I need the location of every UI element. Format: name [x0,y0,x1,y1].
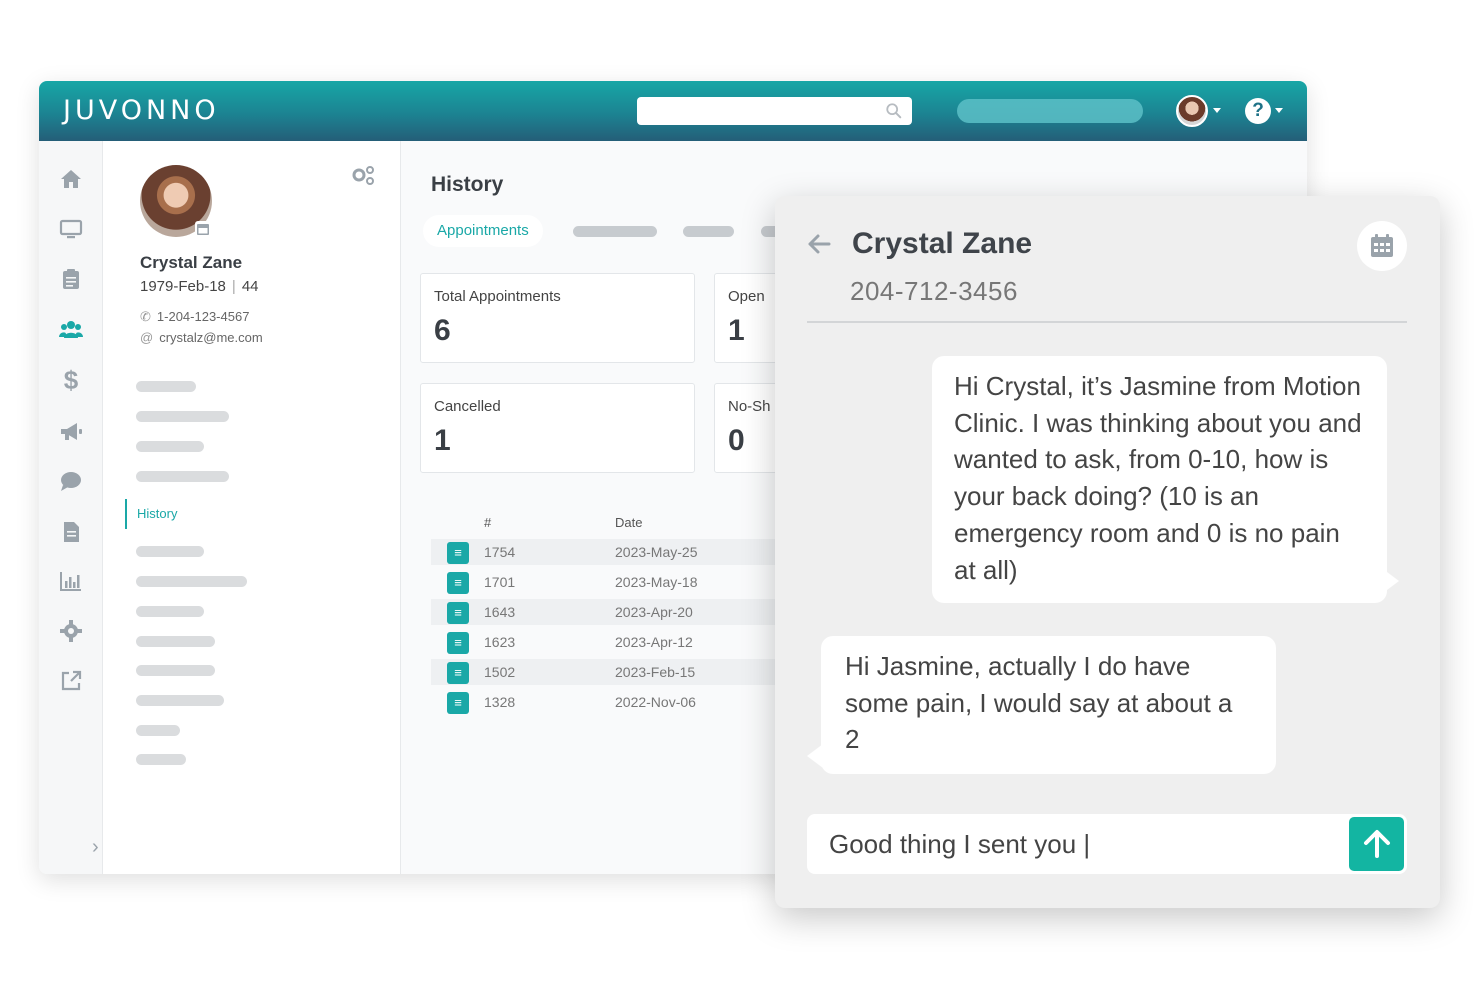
table-row[interactable]: ≡ 1502 2023-Feb-15 [431,659,791,685]
clipboard-icon[interactable] [58,266,84,292]
table-row[interactable]: ≡ 1623 2023-Apr-12 [431,629,791,655]
expand-chevron-icon[interactable]: › [92,836,99,859]
juvonno-logo[interactable]: JUVONNO [63,95,220,126]
search-input[interactable] [647,101,877,121]
menu-placeholder[interactable] [136,725,180,736]
patient-profile-panel: Crystal Zane 1979-Feb-18 | 44 ✆ 1-204-123-4… [103,141,401,874]
schedule-calendar-button[interactable] [1357,221,1407,271]
document-icon[interactable]: ≡ [447,662,469,684]
patient-email[interactable]: @ crystalz@me.com [140,330,263,345]
settings-gear-icon[interactable] [58,618,84,644]
tab-appointments[interactable]: Appointments [423,215,543,247]
send-button[interactable] [1349,817,1404,871]
stat-card-total: Total Appointments 6 [420,273,695,363]
chat-contact-name: Crystal Zane [852,227,1033,260]
help-icon[interactable]: ? [1245,98,1271,124]
menu-placeholder[interactable] [136,546,204,557]
message-outgoing: Hi Crystal, it’s Jasmine from Motion Cli… [932,356,1387,603]
document-icon[interactable]: ≡ [447,692,469,714]
table-row[interactable]: ≡ 1643 2023-Apr-20 [431,599,791,625]
reports-chart-icon[interactable] [58,568,84,594]
menu-item-history[interactable]: History [125,499,177,529]
page-title: History [431,173,504,196]
messaging-panel: Crystal Zane 204-712-3456 Hi Crystal, it… [775,196,1440,908]
menu-placeholder[interactable] [136,411,229,422]
patient-age: 44 [241,278,259,295]
chat-contact-phone: 204-712-3456 [850,276,1018,306]
tab-placeholder[interactable] [683,226,734,237]
at-icon: @ [140,330,154,345]
billing-dollar-icon[interactable]: $ [58,367,84,393]
column-header-number[interactable]: # [484,515,491,530]
menu-placeholder[interactable] [136,636,215,647]
back-arrow-icon[interactable] [805,232,833,256]
nav-rail: $ › [39,141,103,874]
document-icon[interactable] [58,519,84,545]
settings-gears-icon[interactable] [349,163,377,187]
phone-icon: ✆ [140,309,151,324]
patient-dob: 1979-Feb-18 [140,278,226,295]
bubble-tail [1383,569,1399,593]
document-icon[interactable]: ≡ [447,542,469,564]
document-icon[interactable]: ≡ [447,602,469,624]
megaphone-icon[interactable] [58,419,84,445]
patient-name: Crystal Zane [140,253,243,272]
menu-placeholder[interactable] [136,606,204,617]
menu-placeholder[interactable] [136,754,186,765]
bubble-tail [807,744,823,768]
message-composer [807,814,1407,874]
home-icon[interactable] [58,166,84,192]
users-icon[interactable] [58,316,84,342]
menu-placeholder[interactable] [136,695,224,706]
column-header-date[interactable]: Date [615,515,642,530]
table-row[interactable]: ≡ 1328 2022-Nov-06 [431,689,791,715]
menu-placeholder[interactable] [136,665,215,676]
patient-phone[interactable]: ✆ 1-204-123-4567 [140,309,249,325]
menu-placeholder[interactable] [136,576,247,587]
calendar-icon [1371,234,1393,257]
message-incoming: Hi Jasmine, actually I do have some pain… [821,636,1276,774]
location-selector[interactable] [957,99,1143,123]
tab-placeholder[interactable] [573,226,657,237]
global-search[interactable] [637,97,912,125]
menu-placeholder[interactable] [136,381,196,392]
menu-placeholder[interactable] [136,441,204,452]
table-row[interactable]: ≡ 1701 2023-May-18 [431,569,791,595]
chevron-down-icon[interactable] [1275,108,1283,113]
document-icon[interactable]: ≡ [447,572,469,594]
menu-placeholder[interactable] [136,471,229,482]
top-bar: JUVONNO ? [39,81,1307,141]
monitor-icon[interactable] [58,216,84,242]
user-avatar[interactable] [1176,95,1208,127]
arrow-up-icon [1364,830,1390,858]
search-icon [886,103,902,119]
stat-card-cancelled: Cancelled 1 [420,383,695,473]
chevron-down-icon[interactable] [1213,108,1221,113]
table-row[interactable]: ≡ 1754 2023-May-25 [431,539,791,565]
chat-bubble-icon[interactable] [58,468,84,494]
document-icon[interactable]: ≡ [447,632,469,654]
external-link-icon[interactable] [58,668,84,694]
header-divider [807,321,1407,323]
calendar-icon[interactable] [195,221,211,237]
message-input[interactable] [829,824,1329,864]
patient-dob-age: 1979-Feb-18 | 44 [140,278,259,295]
